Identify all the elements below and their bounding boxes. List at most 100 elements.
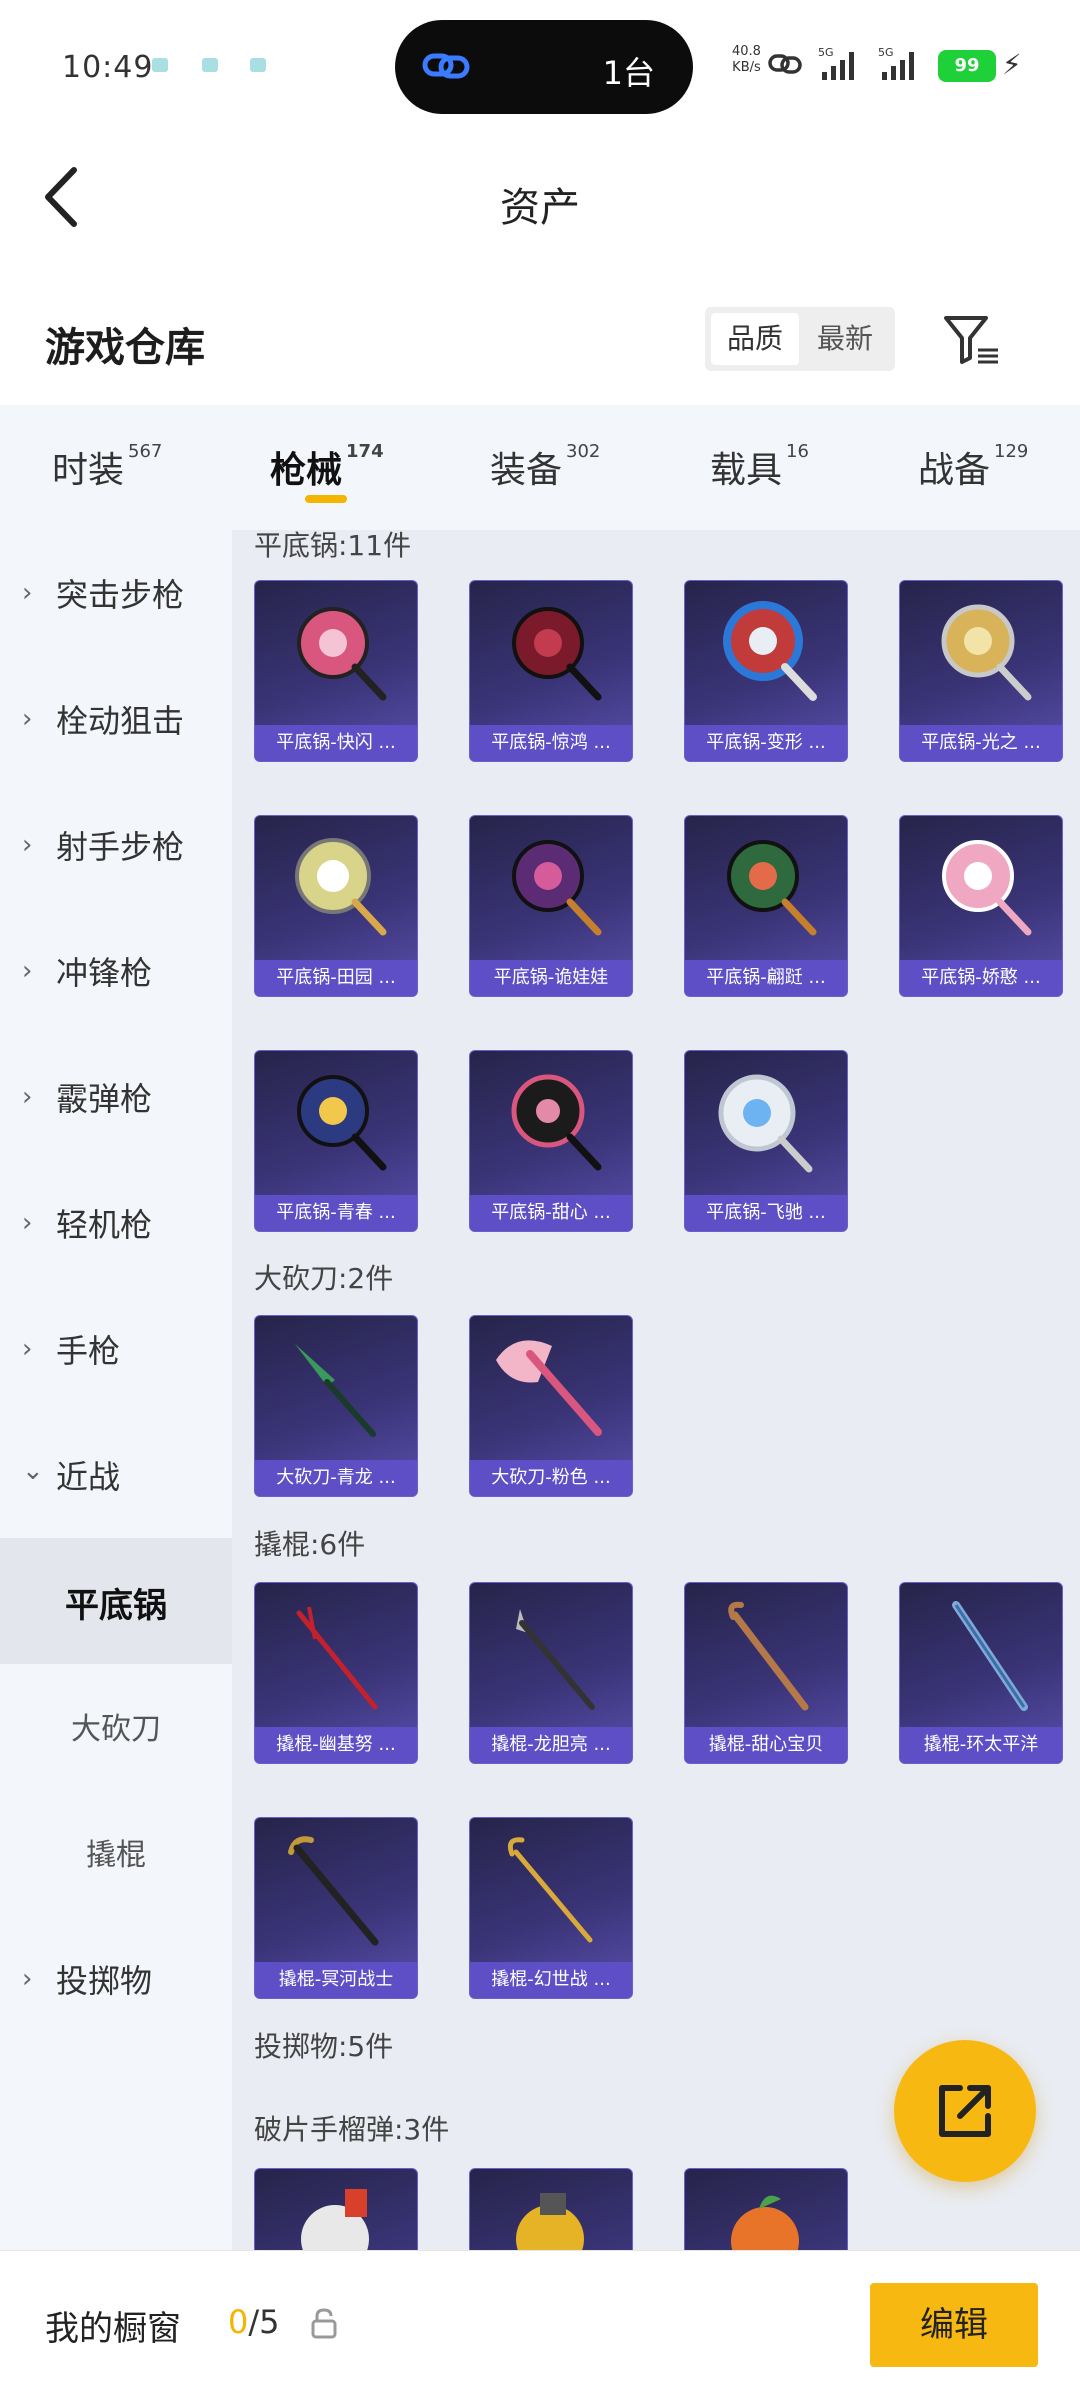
- sidebar-item-smg[interactable]: › 冲锋枪: [0, 908, 232, 1034]
- tab-guns[interactable]: 枪械 174: [270, 441, 384, 493]
- bottom-bar: 我的橱窗 0/5 编辑: [0, 2250, 1080, 2400]
- item-card[interactable]: [684, 2168, 848, 2250]
- sidebar-item-bolt-sniper[interactable]: › 栓动狙击: [0, 656, 232, 782]
- item-card[interactable]: [254, 2168, 418, 2250]
- net-speed-value: 40.8: [732, 44, 761, 59]
- item-card[interactable]: 平底锅-甜心 ...: [469, 1050, 633, 1232]
- tab-equipment[interactable]: 装备 302: [490, 441, 600, 493]
- item-card[interactable]: 平底锅-田园 ...: [254, 815, 418, 997]
- chevron-right-icon: ›: [22, 1334, 33, 1364]
- chevron-right-icon: ›: [22, 578, 33, 608]
- tab-count: 129: [994, 441, 1029, 462]
- sidebar-item-label: 轻机枪: [56, 1206, 153, 1244]
- sidebar-subitem-pan[interactable]: 平底锅: [0, 1538, 232, 1664]
- item-label: 平底锅-惊鸿 ...: [470, 725, 632, 761]
- chevron-right-icon: ›: [22, 1082, 33, 1112]
- item-card[interactable]: 撬棍-冥河战士: [254, 1817, 418, 1999]
- sort-quality-button[interactable]: 品质: [711, 313, 799, 365]
- tab-fashion[interactable]: 时装 567: [52, 441, 162, 493]
- signal-label: 5G: [878, 46, 894, 59]
- item-card[interactable]: 撬棍-龙胆亮 ...: [469, 1582, 633, 1764]
- sidebar-item-pistol[interactable]: › 手枪: [0, 1286, 232, 1412]
- group-title-pan: 平底锅:11件: [254, 530, 412, 562]
- item-card[interactable]: 平底锅-变形 ...: [684, 580, 848, 762]
- sidebar-item-shotgun[interactable]: › 霰弹枪: [0, 1034, 232, 1160]
- sidebar-item-label: 大砍刀: [71, 1712, 161, 1747]
- dynamic-island[interactable]: 1台: [395, 20, 693, 114]
- item-card[interactable]: 大砍刀-青龙 ...: [254, 1315, 418, 1497]
- notification-icon: [202, 58, 218, 72]
- item-card[interactable]: 撬棍-甜心宝贝: [684, 1582, 848, 1764]
- net-speed: 40.8 KB/s: [732, 44, 761, 76]
- item-card[interactable]: 平底锅-诡娃娃: [469, 815, 633, 997]
- filter-icon[interactable]: [942, 310, 1002, 370]
- tab-label: 战备: [918, 450, 991, 491]
- item-card[interactable]: 平底锅-翩跹 ...: [684, 815, 848, 997]
- edit-button[interactable]: 编辑: [870, 2283, 1038, 2367]
- chevron-down-icon: ⌄: [22, 1456, 44, 1486]
- item-card[interactable]: 平底锅-惊鸿 ...: [469, 580, 633, 762]
- sort-toggle: 品质 最新: [705, 307, 895, 371]
- tab-vehicles[interactable]: 载具 16: [710, 441, 809, 493]
- grenade-icon: [301, 2189, 369, 2250]
- sidebar-item-lmg[interactable]: › 轻机枪: [0, 1160, 232, 1286]
- item-label: 撬棍-龙胆亮 ...: [470, 1727, 632, 1763]
- grenade-icon: [516, 2193, 584, 2250]
- crowbar-icon: [728, 1601, 809, 1711]
- item-card[interactable]: 平底锅-光之 ...: [899, 580, 1063, 762]
- item-card[interactable]: 平底锅-娇憨 ...: [899, 815, 1063, 997]
- tab-label: 时装: [52, 450, 125, 491]
- item-label: 平底锅-飞驰 ...: [685, 1195, 847, 1231]
- chevron-right-icon: ›: [22, 704, 33, 734]
- chevron-right-icon: ›: [22, 1208, 33, 1238]
- item-label: 撬棍-甜心宝贝: [685, 1727, 847, 1763]
- sidebar-item-label: 突击步枪: [56, 576, 185, 614]
- item-card[interactable]: 大砍刀-粉色 ...: [469, 1315, 633, 1497]
- sidebar-item-assault-rifle[interactable]: › 突击步枪: [0, 530, 232, 656]
- item-label: 平底锅-翩跹 ...: [685, 960, 847, 996]
- item-label: 撬棍-环太平洋: [900, 1727, 1062, 1763]
- item-card[interactable]: 撬棍-环太平洋: [899, 1582, 1063, 1764]
- tab-label: 枪械: [270, 450, 343, 491]
- island-count: 1台: [602, 54, 655, 92]
- pan-icon: [941, 604, 1032, 701]
- tab-tactical[interactable]: 战备 129: [918, 441, 1028, 493]
- net-speed-unit: KB/s: [732, 60, 761, 75]
- item-card[interactable]: 撬棍-幻世战 ...: [469, 1817, 633, 1999]
- chevron-right-icon: ›: [22, 830, 33, 860]
- sidebar-item-marksman[interactable]: › 射手步枪: [0, 782, 232, 908]
- pan-icon: [727, 840, 817, 936]
- sidebar-item-label: 手枪: [56, 1332, 121, 1370]
- sidebar-subitem-crowbar[interactable]: 撬棍: [0, 1790, 232, 1916]
- sort-newest-button[interactable]: 最新: [801, 313, 889, 365]
- item-card[interactable]: 撬棍-幽基努 ...: [254, 1582, 418, 1764]
- chevron-right-icon: ›: [22, 1964, 33, 1994]
- item-card[interactable]: 平底锅-快闪 ...: [254, 580, 418, 762]
- item-card[interactable]: [469, 2168, 633, 2250]
- charging-icon: ⚡: [1002, 48, 1022, 81]
- item-label: 撬棍-幽基努 ...: [255, 1727, 417, 1763]
- title-bar: 资产: [0, 130, 1080, 270]
- item-card[interactable]: 平底锅-青春 ...: [254, 1050, 418, 1232]
- group-title-machete: 大砍刀:2件: [254, 1262, 394, 1295]
- sidebar-item-melee[interactable]: ⌄ 近战: [0, 1412, 232, 1538]
- item-label: 平底锅-娇憨 ...: [900, 960, 1062, 996]
- section-title: 游戏仓库: [45, 325, 205, 371]
- item-card[interactable]: 平底锅-飞驰 ...: [684, 1050, 848, 1232]
- group-title-frag-grenade: 破片手榴弹:3件: [254, 2113, 450, 2146]
- pan-icon: [942, 840, 1032, 936]
- grenade-icon: [731, 2195, 799, 2250]
- sidebar-item-label: 冲锋枪: [56, 954, 153, 992]
- pan-icon: [512, 840, 602, 936]
- sidebar-subitem-machete[interactable]: 大砍刀: [0, 1664, 232, 1790]
- link-icon: [422, 53, 470, 79]
- sidebar-item-label: 近战: [56, 1458, 121, 1496]
- machete-icon: [295, 1344, 376, 1437]
- tab-count: 16: [786, 441, 809, 462]
- pan-icon: [723, 601, 817, 701]
- sidebar-item-throwables[interactable]: › 投掷物: [0, 1916, 232, 2042]
- crowbar-icon: [952, 1601, 1028, 1711]
- share-button[interactable]: [894, 2040, 1036, 2182]
- item-label: 撬棍-幻世战 ...: [470, 1962, 632, 1998]
- chevron-right-icon: ›: [22, 956, 33, 986]
